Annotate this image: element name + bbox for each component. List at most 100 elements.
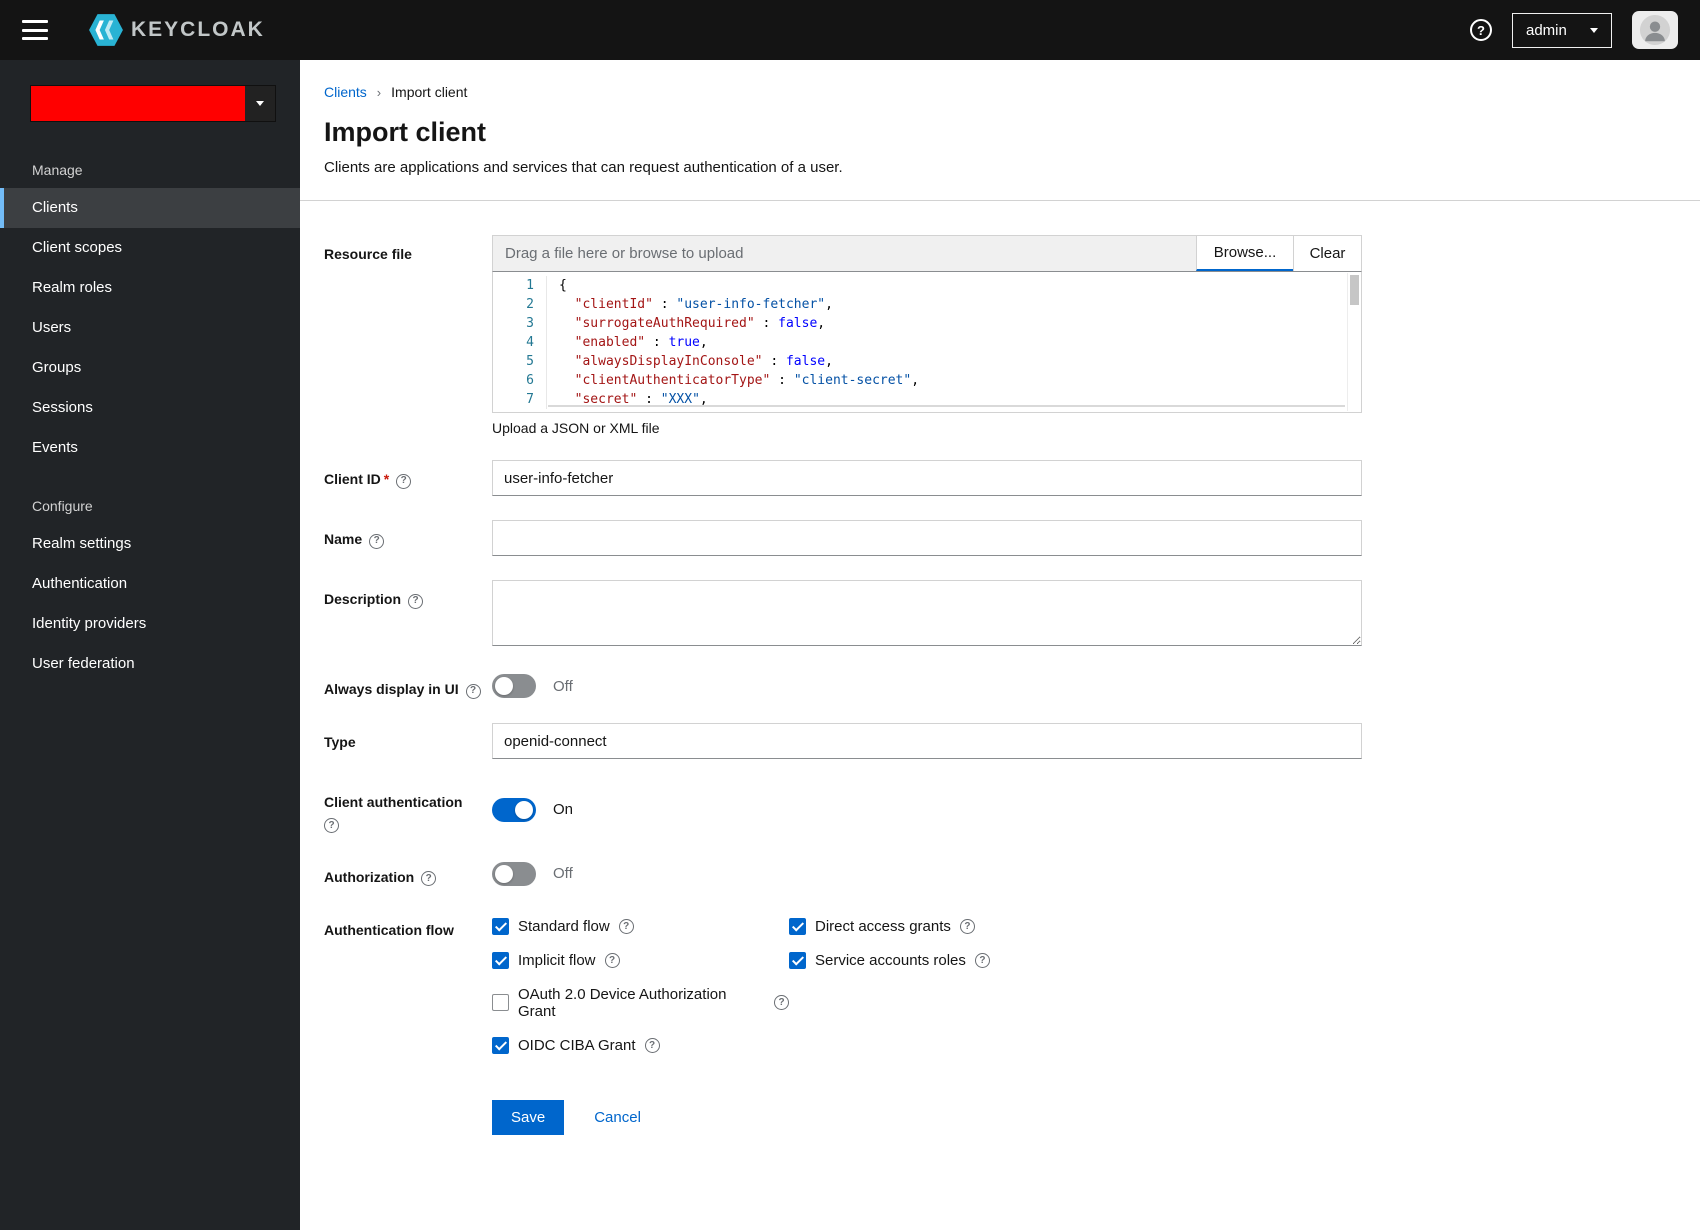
name-row: Name? <box>324 520 1676 556</box>
nav-toggle-button[interactable] <box>22 20 48 40</box>
page-subtitle: Clients are applications and services th… <box>324 159 843 176</box>
user-menu-dropdown[interactable]: admin <box>1512 12 1612 48</box>
browse-button[interactable]: Browse... <box>1196 236 1293 271</box>
type-row: Type <box>324 723 1676 759</box>
chevron-down-icon <box>256 101 264 106</box>
scrollbar-thumb[interactable] <box>1349 275 1359 305</box>
toggle-knob <box>495 864 513 883</box>
sidebar-item-events[interactable]: Events <box>0 428 300 468</box>
description-textarea[interactable] <box>492 580 1362 646</box>
sidebar-item-realm-settings[interactable]: Realm settings <box>0 524 300 564</box>
checkbox-box[interactable] <box>492 1036 509 1054</box>
help-icon[interactable]: ? <box>774 995 789 1010</box>
always-display-toggle[interactable] <box>492 674 536 698</box>
checkbox-service-accounts-roles[interactable]: Service accounts roles ? <box>789 951 990 969</box>
line-number: 1 <box>493 276 547 295</box>
sidebar-item-client-scopes[interactable]: Client scopes <box>0 228 300 268</box>
client-id-input[interactable] <box>492 460 1362 496</box>
keycloak-logo: KEYCLOAK <box>88 12 265 48</box>
line-number: 5 <box>493 352 547 371</box>
resource-file-label-text: Resource file <box>324 246 412 262</box>
help-icon[interactable]: ? <box>324 818 339 833</box>
client-id-label: Client ID *? <box>324 460 492 496</box>
checkbox-direct-access-grants[interactable]: Direct access grants ? <box>789 917 975 935</box>
help-icon[interactable]: ? <box>369 533 385 549</box>
name-label: Name? <box>324 520 492 556</box>
name-input[interactable] <box>492 520 1362 556</box>
realm-selector-dropdown[interactable] <box>30 85 276 122</box>
checkbox-box[interactable] <box>789 951 806 969</box>
client-id-label-text: Client ID <box>324 471 381 487</box>
sidebar-item-groups[interactable]: Groups <box>0 348 300 388</box>
masthead: KEYCLOAK ? admin <box>0 0 1700 60</box>
sidebar-nav: Manage Clients Client scopes Realm roles… <box>0 60 300 1230</box>
avatar[interactable] <box>1632 11 1678 49</box>
help-icon[interactable]: ? <box>396 473 412 489</box>
client-authentication-label: Client authentication ? <box>324 783 492 834</box>
realm-selector-caret <box>245 86 275 121</box>
line-number: 2 <box>493 295 547 314</box>
checkbox-box[interactable] <box>492 994 509 1011</box>
line-number: 7 <box>493 390 547 409</box>
sidebar-item-identity-providers[interactable]: Identity providers <box>0 604 300 644</box>
name-label-text: Name <box>324 531 363 547</box>
description-label: Description? <box>324 580 492 646</box>
client-authentication-label-text: Client authentication <box>324 794 463 810</box>
help-icon[interactable]: ? <box>618 918 634 934</box>
masthead-tools: ? admin <box>1470 11 1678 49</box>
sidebar-item-realm-roles[interactable]: Realm roles <box>0 268 300 308</box>
file-upload-input[interactable]: Drag a file here or browse to upload <box>493 236 1196 271</box>
code-line: 3 "surrogateAuthRequired" : false, <box>493 314 1345 333</box>
checkbox-box[interactable] <box>492 917 509 935</box>
user-avatar-icon <box>1639 14 1671 46</box>
resource-file-row: Resource file Drag a file here or browse… <box>324 235 1676 436</box>
chevron-right-icon: › <box>376 84 382 100</box>
save-button[interactable]: Save <box>492 1099 565 1135</box>
help-icon[interactable]: ? <box>604 952 620 968</box>
page-header: Clients › Import client Import client Cl… <box>300 60 1700 200</box>
description-row: Description? <box>324 580 1676 646</box>
checkbox-implicit-flow[interactable]: Implicit flow ? <box>492 951 620 969</box>
page-title: Import client <box>324 117 487 147</box>
sidebar-item-sessions[interactable]: Sessions <box>0 388 300 428</box>
always-display-row: Always display in UI? Off <box>324 670 1676 699</box>
sidebar-item-user-federation[interactable]: User federation <box>0 644 300 684</box>
authorization-state-label: Off <box>553 865 573 882</box>
always-display-label-text: Always display in UI <box>324 681 459 697</box>
help-icon[interactable]: ? <box>421 871 437 886</box>
help-icon[interactable]: ? <box>644 1037 660 1053</box>
checkbox-standard-flow[interactable]: Standard flow ? <box>492 917 634 935</box>
help-icon[interactable]: ? <box>408 593 424 609</box>
sidebar-item-clients[interactable]: Clients <box>0 188 300 228</box>
checkbox-box[interactable] <box>492 951 509 969</box>
authorization-toggle[interactable] <box>492 861 536 886</box>
checkbox-label: OIDC CIBA Grant <box>518 1036 636 1054</box>
help-icon[interactable]: ? <box>1470 19 1492 41</box>
authentication-flow-label-text: Authentication flow <box>324 921 454 938</box>
editor-horizontal-scrollbar[interactable] <box>548 405 1345 407</box>
authorization-row: Authorization? Off <box>324 858 1676 887</box>
main-content: Clients › Import client Import client Cl… <box>300 60 1700 1230</box>
editor-vertical-scrollbar[interactable] <box>1347 273 1360 411</box>
checkbox-oauth-device-grant[interactable]: OAuth 2.0 Device Authorization Grant ? <box>492 986 789 1020</box>
client-authentication-toggle[interactable] <box>492 797 536 822</box>
help-icon[interactable]: ? <box>974 952 990 968</box>
help-icon[interactable]: ? <box>465 683 481 699</box>
code-line: 5 "alwaysDisplayInConsole" : false, <box>493 352 1345 371</box>
checkbox-box[interactable] <box>789 917 806 935</box>
sidebar-item-users[interactable]: Users <box>0 308 300 348</box>
checkbox-oidc-ciba-grant[interactable]: OIDC CIBA Grant ? <box>492 1036 660 1054</box>
breadcrumb-clients-link[interactable]: Clients <box>324 84 367 100</box>
sidebar-item-authentication[interactable]: Authentication <box>0 564 300 604</box>
type-input[interactable] <box>492 723 1362 759</box>
user-menu-label: admin <box>1526 21 1567 39</box>
resource-file-label: Resource file <box>324 235 492 436</box>
nav-group-configure: Configure Realm settings Authentication … <box>0 498 300 684</box>
help-icon[interactable]: ? <box>959 918 975 934</box>
description-label-text: Description <box>324 591 402 607</box>
json-code-editor[interactable]: 1 { 2 "clientId" : "user-info-fetcher", … <box>492 272 1362 413</box>
clear-button[interactable]: Clear <box>1293 236 1361 271</box>
cancel-button[interactable]: Cancel <box>594 1109 641 1126</box>
import-client-form: Resource file Drag a file here or browse… <box>300 201 1700 1135</box>
chevron-down-icon <box>1590 27 1598 33</box>
